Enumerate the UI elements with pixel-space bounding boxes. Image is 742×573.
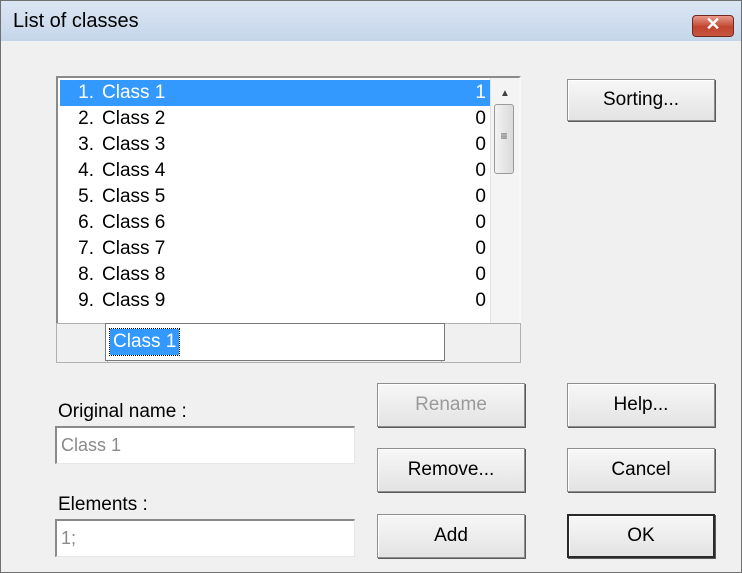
class-number: 5. xyxy=(78,186,94,207)
list-item[interactable]: 7. Class 7 0 xyxy=(60,236,492,262)
list-item[interactable]: 9. Class 9 0 xyxy=(60,288,492,314)
strip-right-cell xyxy=(441,324,520,362)
class-number: 6. xyxy=(78,212,94,233)
cancel-button[interactable]: Cancel xyxy=(567,448,715,492)
elements-label: Elements : xyxy=(58,494,148,515)
class-listbox[interactable]: 1. Class 1 1 2. Class 2 0 3. Class 3 0 4. Class 4 0… xyxy=(56,76,521,348)
window-title: List of classes xyxy=(13,10,139,32)
list-item[interactable]: 6. Class 6 0 xyxy=(60,210,492,236)
close-icon: ✕ xyxy=(705,14,721,34)
elements-field: 1; xyxy=(55,519,355,557)
grip-icon: ≡ xyxy=(500,129,508,143)
help-button[interactable]: Help... xyxy=(567,383,715,427)
class-count: 1 xyxy=(475,82,486,103)
class-name: Class 5 xyxy=(102,186,166,207)
sorting-button[interactable]: Sorting... xyxy=(567,79,715,121)
class-name: Class 6 xyxy=(102,212,166,233)
remove-button[interactable]: Remove... xyxy=(377,448,525,492)
scroll-thumb[interactable]: ≡ xyxy=(494,104,514,174)
list-item[interactable]: 2. Class 2 0 xyxy=(60,106,492,132)
class-name: Class 8 xyxy=(102,264,166,285)
class-number: 7. xyxy=(78,238,94,259)
class-number: 2. xyxy=(78,108,94,129)
class-count: 0 xyxy=(475,212,486,233)
rename-button[interactable]: Rename xyxy=(377,383,525,427)
add-button[interactable]: Add xyxy=(377,514,525,558)
original-name-label: Original name : xyxy=(58,401,187,422)
class-number: 9. xyxy=(78,290,94,311)
class-name: Class 9 xyxy=(102,290,166,311)
strip-left-cell xyxy=(57,324,108,362)
class-number: 1. xyxy=(78,82,94,103)
class-count: 0 xyxy=(475,238,486,259)
class-name-input[interactable]: Class 1 xyxy=(105,323,445,361)
class-count: 0 xyxy=(475,264,486,285)
title-bar[interactable]: List of classes ✕ xyxy=(1,1,741,41)
class-name: Class 3 xyxy=(102,134,166,155)
class-number: 4. xyxy=(78,160,94,181)
class-number: 8. xyxy=(78,264,94,285)
class-name: Class 1 xyxy=(102,82,166,103)
original-name-field: Class 1 xyxy=(55,426,355,464)
list-item[interactable]: 8. Class 8 0 xyxy=(60,262,492,288)
list-item[interactable]: 1. Class 1 1 xyxy=(60,80,492,106)
close-button[interactable]: ✕ xyxy=(692,14,734,37)
list-item[interactable]: 4. Class 4 0 xyxy=(60,158,492,184)
list-item[interactable]: 5. Class 5 0 xyxy=(60,184,492,210)
class-number: 3. xyxy=(78,134,94,155)
class-count: 0 xyxy=(475,134,486,155)
class-count: 0 xyxy=(475,290,486,311)
dialog-window: List of classes ✕ 1. Class 1 1 2. Class 2 0 3.… xyxy=(0,0,742,573)
class-name: Class 7 xyxy=(102,238,166,259)
dialog-body: 1. Class 1 1 2. Class 2 0 3. Class 3 0 4. Class 4 0… xyxy=(1,41,741,572)
class-name: Class 2 xyxy=(102,108,166,129)
ok-button[interactable]: OK xyxy=(567,514,715,558)
class-count: 0 xyxy=(475,160,486,181)
vertical-scrollbar[interactable]: ▲ ≡ ▼ xyxy=(490,78,519,346)
class-name-input-selected-text: Class 1 xyxy=(108,328,181,356)
class-name: Class 4 xyxy=(102,160,166,181)
list-item[interactable]: 3. Class 3 0 xyxy=(60,132,492,158)
class-list: 1. Class 1 1 2. Class 2 0 3. Class 3 0 4. Class 4 0… xyxy=(60,80,492,314)
class-count: 0 xyxy=(475,108,486,129)
class-count: 0 xyxy=(475,186,486,207)
